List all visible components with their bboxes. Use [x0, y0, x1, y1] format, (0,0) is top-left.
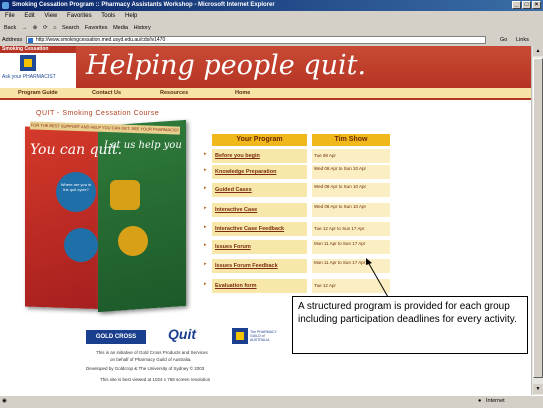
program-row: ▸ Issues Forum Mon 11 Apr to Sun 17 Apr — [202, 240, 390, 254]
nav-bar: Program Guide Contact Us Resources Home — [0, 88, 531, 100]
media-button[interactable]: Media — [113, 25, 128, 31]
address-label: Address — [2, 37, 23, 43]
footer-line-4: This site is best viewed at 1024 x 768 s… — [100, 377, 211, 382]
home-button[interactable]: ⌂ — [53, 25, 56, 31]
menu-help[interactable]: Help — [125, 13, 137, 19]
favorites-button[interactable]: Favorites — [85, 25, 108, 31]
zone-label: Internet — [486, 398, 505, 404]
globe-icon: ● — [478, 398, 482, 404]
program-link[interactable]: Interactive Case — [212, 203, 307, 217]
program-link[interactable]: Evaluation form — [212, 279, 307, 293]
scroll-down-icon[interactable]: ▼ — [533, 384, 543, 394]
program-date: Mon 11 Apr to Sun 17 Apr — [312, 240, 390, 254]
history-button[interactable]: History — [134, 25, 151, 31]
title-bar: Smoking Cessation Program :: Pharmacy As… — [0, 0, 543, 11]
program-link[interactable]: Before you begin — [212, 149, 307, 163]
page-icon — [28, 38, 33, 43]
window-title: Smoking Cessation Program :: Pharmacy As… — [12, 2, 275, 8]
quit-logo: Quit — [168, 326, 196, 342]
search-button[interactable]: Search — [62, 25, 79, 31]
links-button[interactable]: Links — [516, 34, 529, 46]
annotation-callout: A structured program is provided for eac… — [292, 296, 528, 354]
menu-file[interactable]: File — [5, 13, 15, 19]
pharmacy-logo-icon — [20, 55, 36, 71]
program-row: ▸ Interactive Case Feedback Tue 12 Apr t… — [202, 222, 390, 236]
page-title: QUIT - Smoking Cessation Course — [36, 110, 160, 117]
headline: Helping people quit. — [86, 50, 367, 81]
program-link[interactable]: Interactive Case Feedback — [212, 222, 307, 236]
callout-pointer — [366, 258, 389, 298]
program-row: ▸ Interactive Case Wed 08 Apr to Sun 10 … — [202, 203, 390, 217]
nav-program-guide[interactable]: Program Guide — [18, 88, 58, 98]
close-button[interactable]: × — [532, 1, 541, 9]
menu-view[interactable]: View — [44, 13, 57, 19]
col-header-time: Tim Show — [312, 134, 390, 146]
poster-circle — [118, 226, 148, 256]
stop-button[interactable]: ⊗ — [33, 25, 38, 31]
vertical-scrollbar[interactable]: ▲ ▼ — [531, 46, 543, 395]
poster-circle-text: Where are you in the quit cycle? — [60, 182, 92, 192]
arrow-icon: ▸ — [204, 151, 207, 157]
status-bar: ◉ ● Internet — [0, 395, 543, 408]
program-row: ▸ Before you begin Tue 08 Apr — [202, 149, 390, 163]
scroll-thumb[interactable] — [533, 58, 543, 378]
program-date: Wed 08 Apr to Sun 10 Apr — [312, 203, 390, 217]
goldcross-logo: GOLD CROSS — [86, 330, 146, 344]
poster-slogan-2: Let us help you — [104, 140, 182, 151]
arrow-icon: ▸ — [204, 205, 207, 211]
refresh-button[interactable]: ⟳ — [43, 25, 48, 31]
arrow-icon: ▸ — [204, 242, 207, 248]
program-link[interactable]: Issues Forum — [212, 240, 307, 254]
program-link[interactable]: Guided Cases — [212, 183, 307, 197]
pharmacy-guild-text: The PHARMACY GUILD of AUSTRALIA — [250, 330, 277, 342]
menu-edit[interactable]: Edit — [24, 13, 34, 19]
back-button[interactable]: Back — [4, 25, 16, 31]
footer-line-2: on behalf of Pharmacy Guild of Australia… — [110, 357, 192, 362]
program-row: ▸ Guided Cases Wed 08 Apr to Sun 10 Apr — [202, 183, 390, 197]
footer-line-1: This is an initiative of Gold Cross Prod… — [96, 350, 208, 355]
address-url: http://www.smokingcessation.med.usyd.edu… — [36, 37, 166, 43]
menu-favorites[interactable]: Favorites — [67, 13, 92, 19]
forward-button[interactable]: → — [22, 25, 28, 31]
maximize-button[interactable]: □ — [522, 1, 531, 9]
arrow-icon: ▸ — [204, 185, 207, 191]
poster-badge — [110, 180, 140, 210]
nav-contact-us[interactable]: Contact Us — [92, 88, 121, 98]
program-link[interactable]: Knowledge Preparation — [212, 165, 307, 179]
ie-icon — [2, 2, 9, 9]
arrow-icon: ▸ — [204, 261, 207, 267]
go-button[interactable]: Go — [500, 34, 507, 46]
address-input[interactable]: http://www.smokingcessation.med.usyd.edu… — [26, 36, 486, 44]
nav-resources[interactable]: Resources — [160, 88, 188, 98]
nav-home[interactable]: Home — [235, 88, 250, 98]
logo-title: Smoking Cessation — [0, 46, 76, 53]
logo-caption: Ask your PHARMACIST — [2, 74, 56, 80]
arrow-icon: ▸ — [204, 167, 207, 173]
poster-circle — [56, 172, 96, 212]
minimize-button[interactable]: _ — [512, 1, 521, 9]
program-date: Wed 08 Apr to Sun 10 Apr — [312, 165, 390, 179]
scroll-up-icon[interactable]: ▲ — [533, 46, 543, 56]
menu-tools[interactable]: Tools — [101, 13, 115, 19]
ie-status-icon: ◉ — [2, 398, 7, 404]
poster-circle — [64, 228, 98, 262]
arrow-icon: ▸ — [204, 281, 207, 287]
col-header-program: Your Program — [212, 134, 307, 146]
program-date: Wed 08 Apr to Sun 10 Apr — [312, 183, 390, 197]
footer-line-3: Developed by Goldcrop & The University o… — [86, 366, 205, 371]
program-date: Tue 12 Apr to Sun 17 Apr — [312, 222, 390, 236]
program-row: ▸ Knowledge Preparation Wed 08 Apr to Su… — [202, 165, 390, 179]
pharmacy-guild-logo-icon — [232, 328, 248, 344]
arrow-icon: ▸ — [204, 224, 207, 230]
program-link[interactable]: Issues Forum Feedback — [212, 259, 307, 273]
program-date: Tue 08 Apr — [312, 149, 390, 163]
